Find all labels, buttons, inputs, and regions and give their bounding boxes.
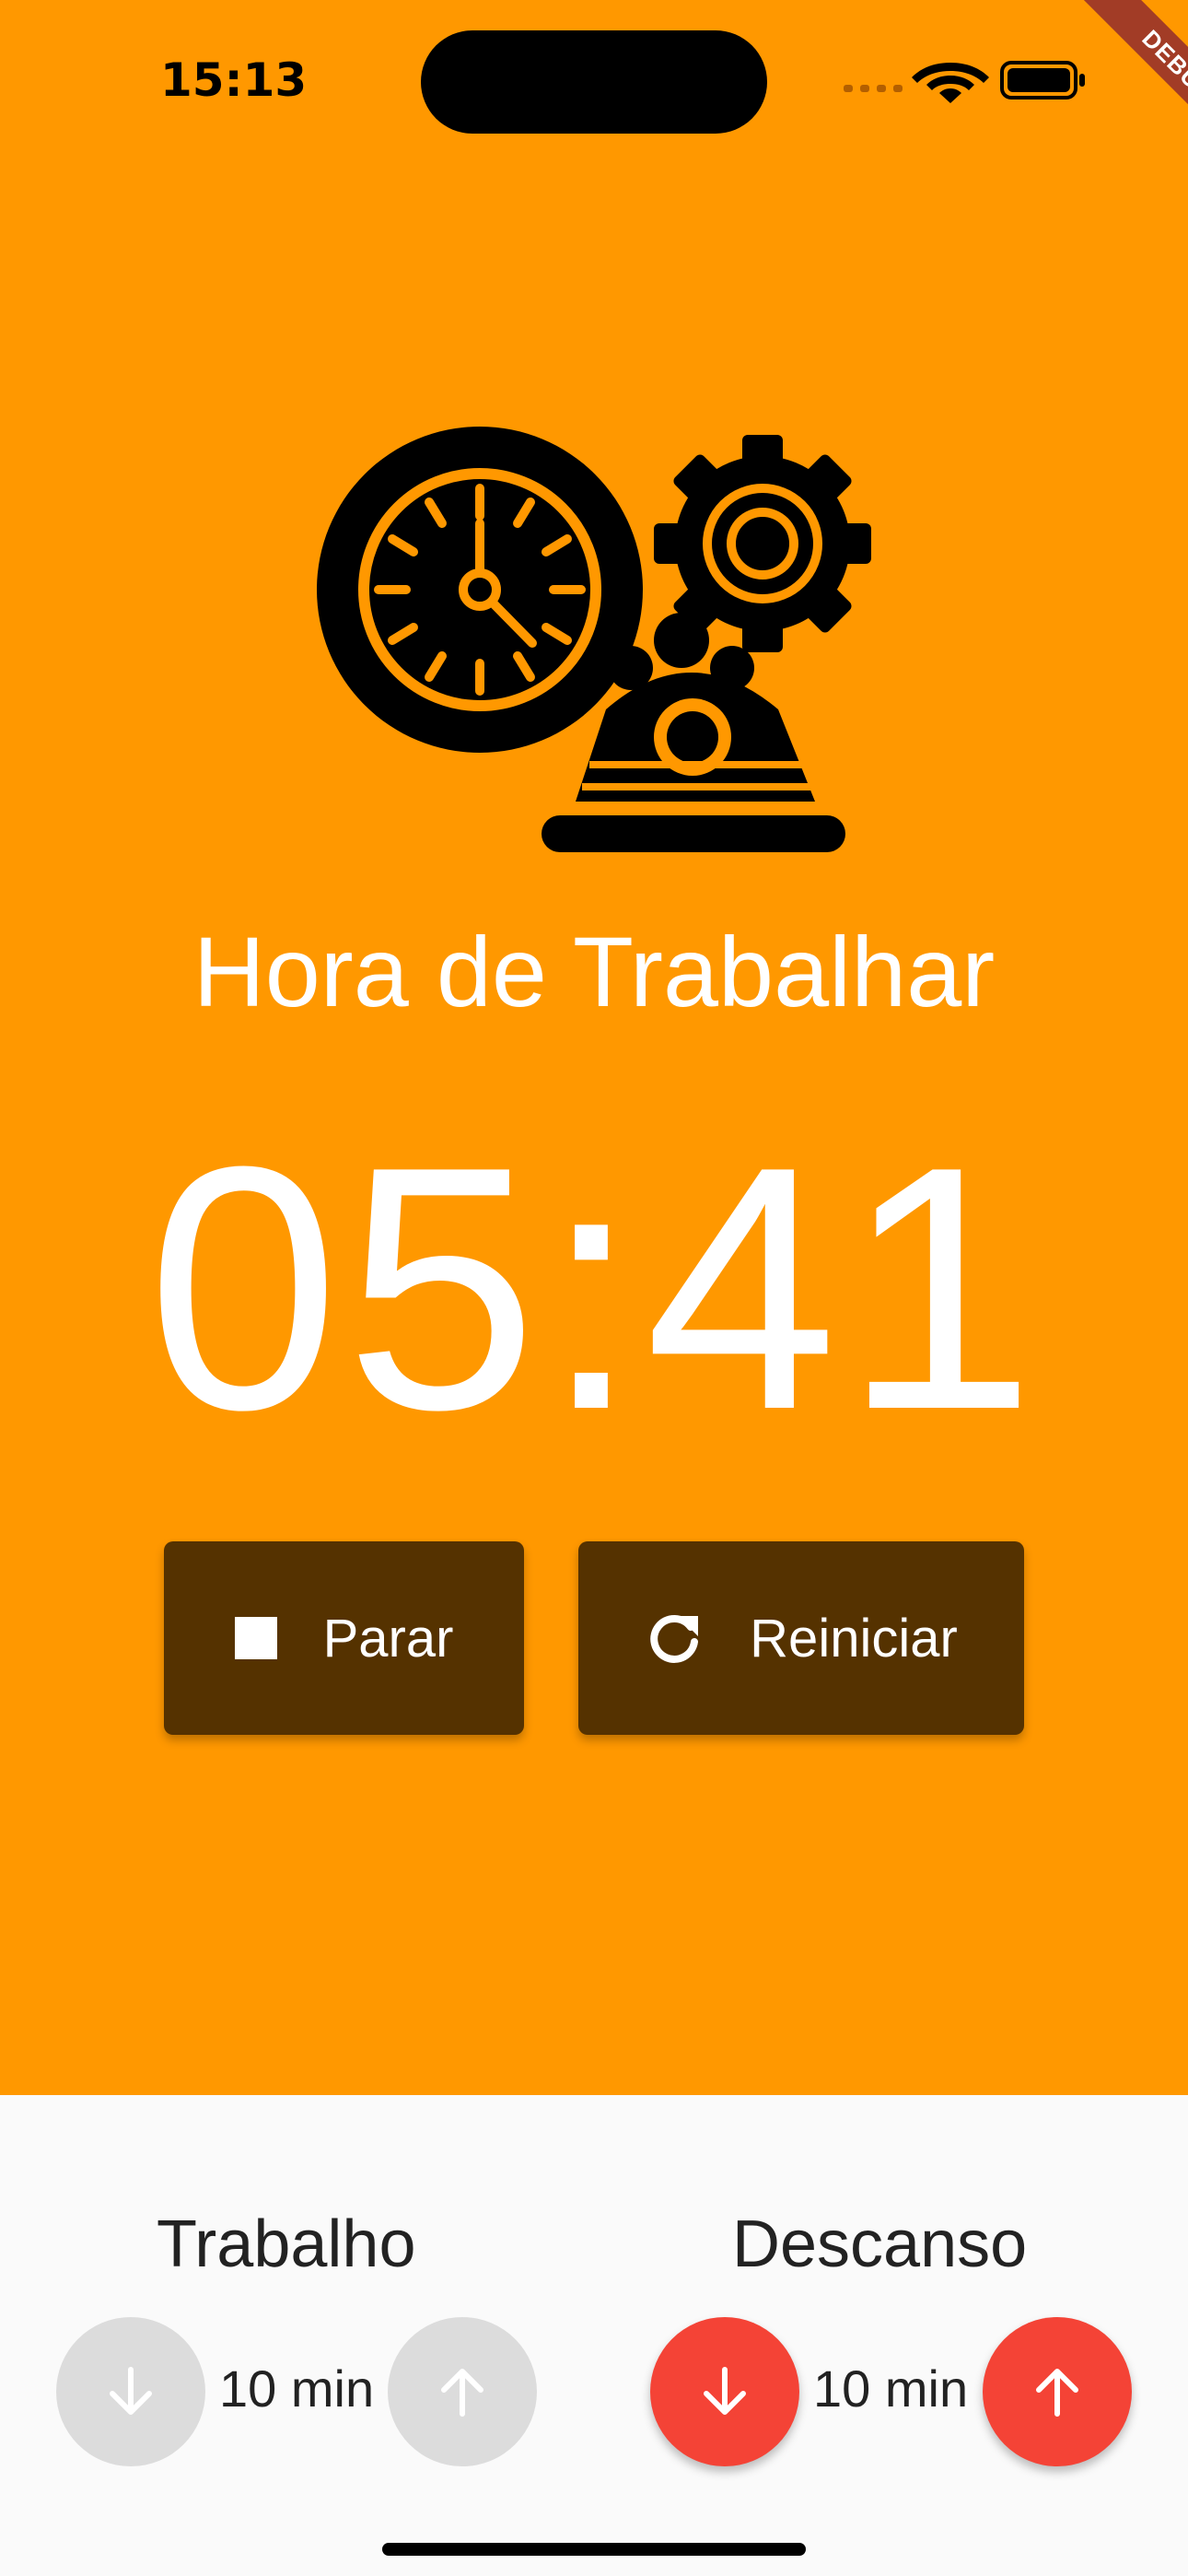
work-decrease-button[interactable] <box>56 2317 205 2466</box>
arrow-down-icon <box>704 2367 746 2415</box>
reset-button-label: Reiniciar <box>750 1608 958 1669</box>
mode-title: Hora de Trabalhar <box>192 916 996 1027</box>
home-indicator[interactable] <box>382 2543 806 2556</box>
arrow-up-icon <box>441 2369 483 2417</box>
work-illustration-icon <box>317 427 871 852</box>
work-minutes-value: 10 min <box>219 2359 375 2418</box>
debug-label: DEBUG <box>1066 0 1188 166</box>
status-time: 15:13 <box>160 53 308 107</box>
work-duration-label: Trabalho <box>157 2207 416 2281</box>
refresh-icon <box>650 1615 699 1663</box>
rest-increase-button[interactable] <box>983 2317 1132 2466</box>
signal-icon <box>844 85 903 92</box>
debug-banner: DEBUG <box>1022 0 1188 166</box>
rest-duration-label: Descanso <box>732 2207 1028 2281</box>
arrow-down-icon <box>110 2367 152 2415</box>
wifi-icon <box>912 63 989 103</box>
work-background <box>0 0 1188 2095</box>
dynamic-island <box>421 30 767 134</box>
stop-button-label: Parar <box>322 1608 454 1669</box>
arrow-up-icon <box>1036 2369 1078 2417</box>
countdown-timer: 05:41 <box>146 1095 1042 1481</box>
reset-button[interactable]: Reiniciar <box>578 1541 1024 1735</box>
rest-decrease-button[interactable] <box>650 2317 799 2466</box>
stop-icon <box>234 1617 277 1659</box>
clock-icon <box>317 427 643 753</box>
stop-button[interactable]: Parar <box>164 1541 524 1735</box>
work-increase-button[interactable] <box>388 2317 537 2466</box>
rest-minutes-value: 10 min <box>813 2359 969 2418</box>
